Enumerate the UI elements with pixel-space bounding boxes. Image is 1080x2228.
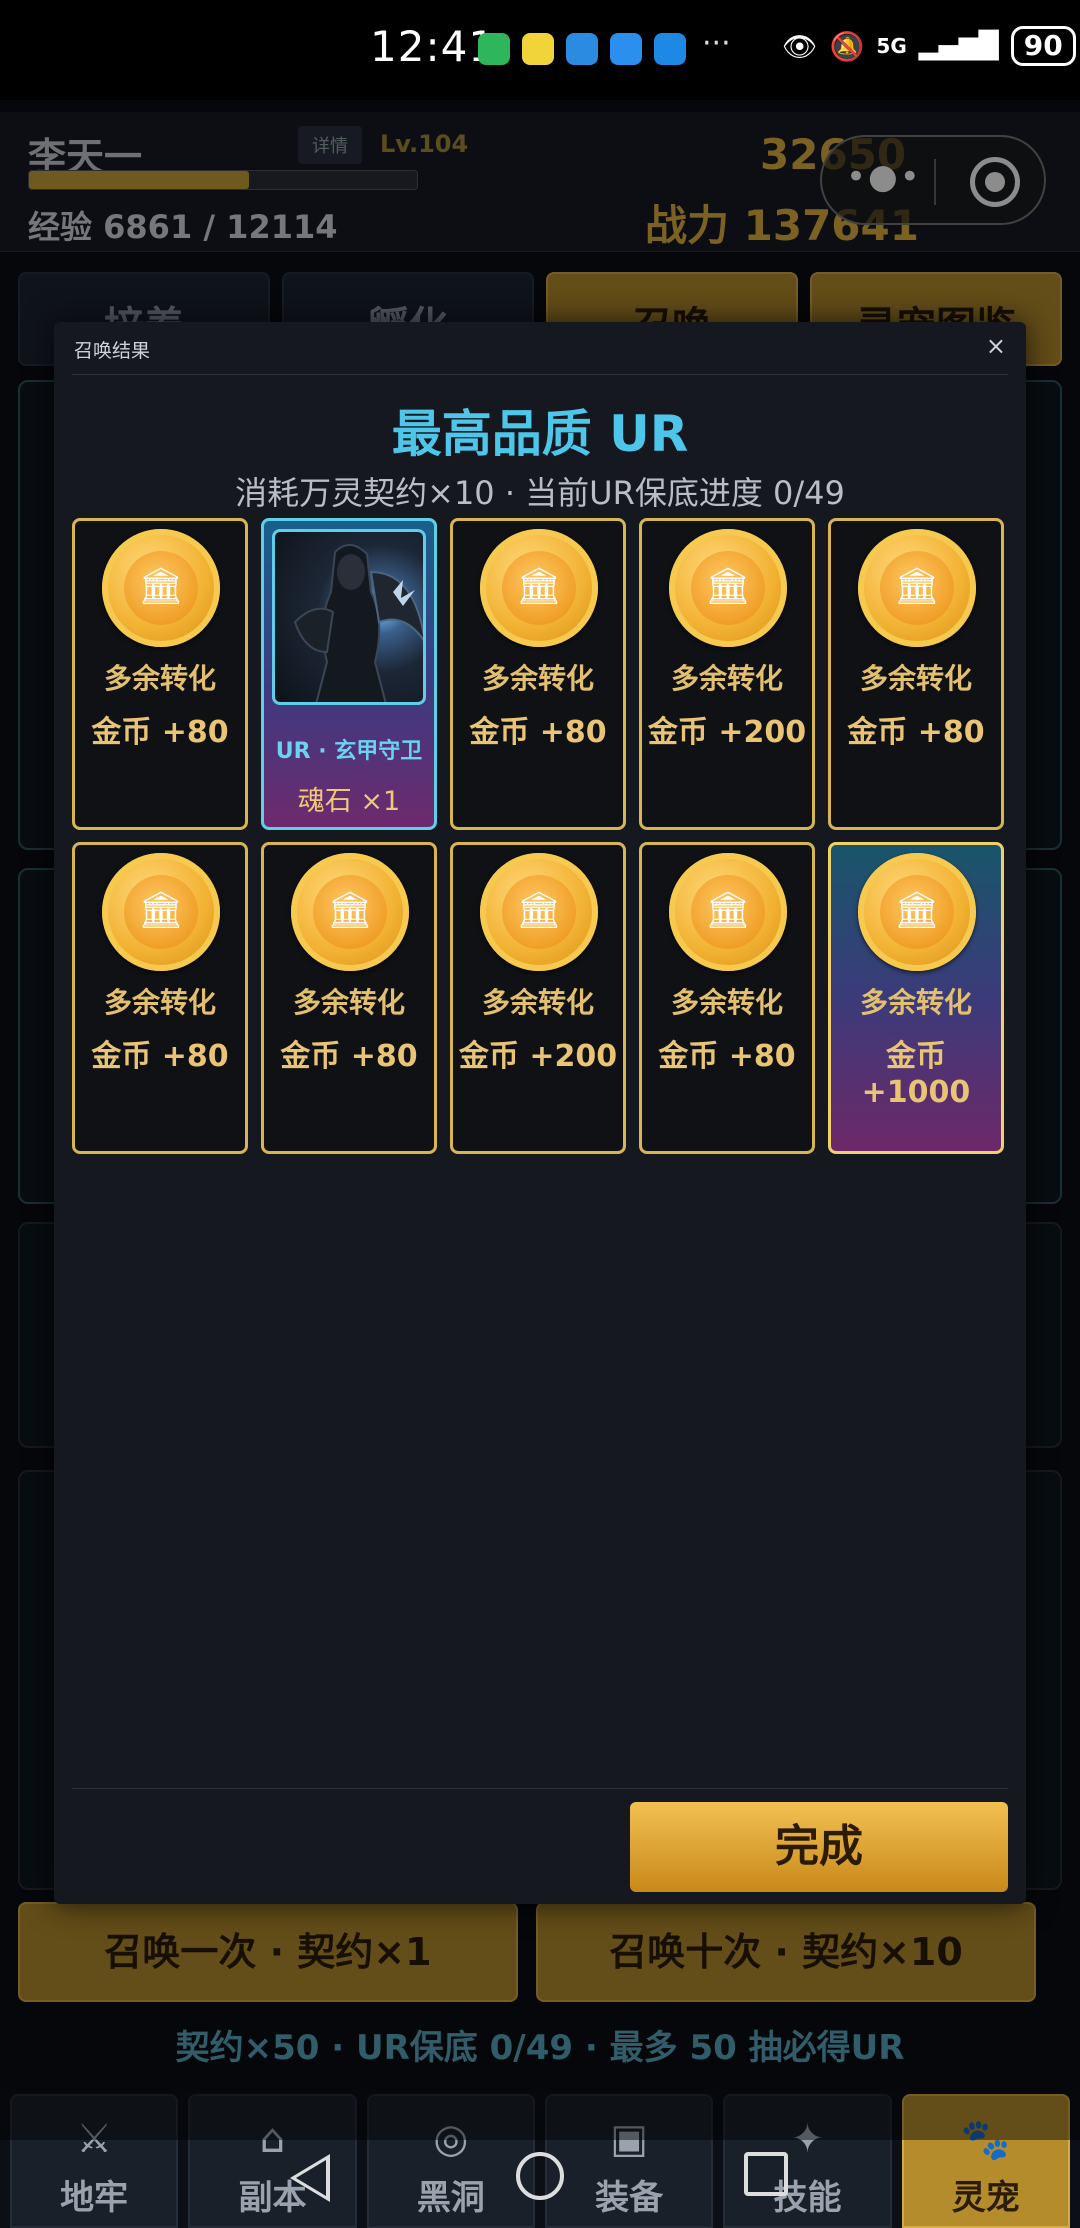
pet-portrait: [272, 529, 426, 705]
result-card[interactable]: 🏛 多余转化 金币 +80: [261, 842, 437, 1154]
more-notifications-icon: ···: [702, 26, 731, 61]
status-right: 👁 🔕 5G ▂▄▆█ 90: [782, 26, 1076, 66]
app-notification-icon: [522, 33, 554, 65]
card-value: 金币 +80: [280, 1039, 418, 1074]
result-card-highlight[interactable]: 🏛 多余转化 金币 +1000: [828, 842, 1004, 1154]
card-label: 多余转化: [859, 986, 972, 1019]
card-value: 金币 +80: [469, 715, 607, 750]
status-bar: 12:41 ··· 👁 🔕 5G ▂▄▆█ 90: [0, 0, 1080, 100]
summon-result-dialog: 召唤结果 × 最高品质 UR 消耗万灵契约×10 · 当前UR保底进度 0/49…: [54, 322, 1026, 1904]
pet-name: UR · 玄甲守卫: [275, 739, 423, 764]
gold-coin-icon: 🏛: [480, 529, 598, 647]
result-card[interactable]: 🏛 多余转化 金币 +80: [450, 518, 626, 830]
card-value: 金币 +200: [458, 1039, 618, 1074]
card-label: 多余转化: [481, 662, 594, 695]
result-card[interactable]: 🏛 多余转化 金币 +80: [72, 842, 248, 1154]
gold-coin-icon: 🏛: [669, 529, 787, 647]
result-card[interactable]: 🏛 多余转化 金币 +200: [450, 842, 626, 1154]
divider: [72, 1788, 1008, 1789]
card-value: 金币 +80: [91, 715, 229, 750]
result-grid: 🏛 多余转化 金币 +80 UR · 玄甲守卫 魂石 ×1 🏛 多余转化 金币 …: [72, 518, 1008, 1154]
card-value: 金币 +1000: [861, 1039, 971, 1110]
gold-coin-icon: 🏛: [102, 529, 220, 647]
app-notification-icon: [654, 33, 686, 65]
card-label: 多余转化: [670, 986, 783, 1019]
card-value: 金币 +80: [658, 1039, 796, 1074]
close-icon[interactable]: ×: [986, 332, 1006, 360]
result-card[interactable]: 🏛 多余转化 金币 +200: [639, 518, 815, 830]
divider: [72, 374, 1008, 375]
app-root: 12:41 ··· 👁 🔕 5G ▂▄▆█ 90 李天一 详情 Lv.104 经…: [0, 0, 1080, 2228]
card-label: 多余转化: [670, 662, 783, 695]
system-nav-bar: [0, 2140, 1080, 2228]
gold-coin-icon: 🏛: [858, 853, 976, 971]
mute-icon: 🔕: [829, 29, 865, 63]
card-value: 金币 +200: [647, 715, 807, 750]
app-notification-icon: [478, 33, 510, 65]
network-label: 5G: [876, 34, 907, 58]
result-card-pet[interactable]: UR · 玄甲守卫 魂石 ×1: [261, 518, 437, 830]
recent-apps-icon[interactable]: [744, 2152, 788, 2196]
card-label: 多余转化: [292, 986, 405, 1019]
result-card[interactable]: 🏛 多余转化 金币 +80: [828, 518, 1004, 830]
done-button[interactable]: 完成: [630, 1802, 1008, 1892]
cost-progress-text: 消耗万灵契约×10 · 当前UR保底进度 0/49: [235, 474, 845, 512]
card-value: 金币 +80: [847, 715, 985, 750]
result-card[interactable]: 🏛 多余转化 金币 +80: [72, 518, 248, 830]
battery-icon: 90: [1010, 26, 1076, 66]
signal-icon: ▂▄▆█: [918, 31, 999, 61]
gold-coin-icon: 🏛: [291, 853, 409, 971]
dialog-title: 召唤结果: [74, 340, 151, 362]
back-icon[interactable]: [290, 2154, 330, 2202]
gold-coin-icon: 🏛: [102, 853, 220, 971]
gold-coin-icon: 🏛: [669, 853, 787, 971]
card-value: 金币 +80: [91, 1039, 229, 1074]
app-notification-icon: [610, 33, 642, 65]
armored-guardian-icon: [293, 544, 423, 702]
gold-coin-icon: 🏛: [858, 529, 976, 647]
best-quality-heading: 最高品质 UR: [391, 405, 689, 463]
card-label: 多余转化: [103, 986, 216, 1019]
eye-icon: 👁: [782, 29, 818, 63]
app-notification-icon: [566, 33, 598, 65]
gold-coin-icon: 🏛: [480, 853, 598, 971]
card-label: 多余转化: [859, 662, 972, 695]
card-label: 多余转化: [481, 986, 594, 1019]
card-label: 多余转化: [103, 662, 216, 695]
status-app-icons: [478, 33, 686, 65]
home-icon[interactable]: [516, 2152, 564, 2200]
result-card[interactable]: 🏛 多余转化 金币 +80: [639, 842, 815, 1154]
pet-quantity: 魂石 ×1: [297, 786, 401, 817]
